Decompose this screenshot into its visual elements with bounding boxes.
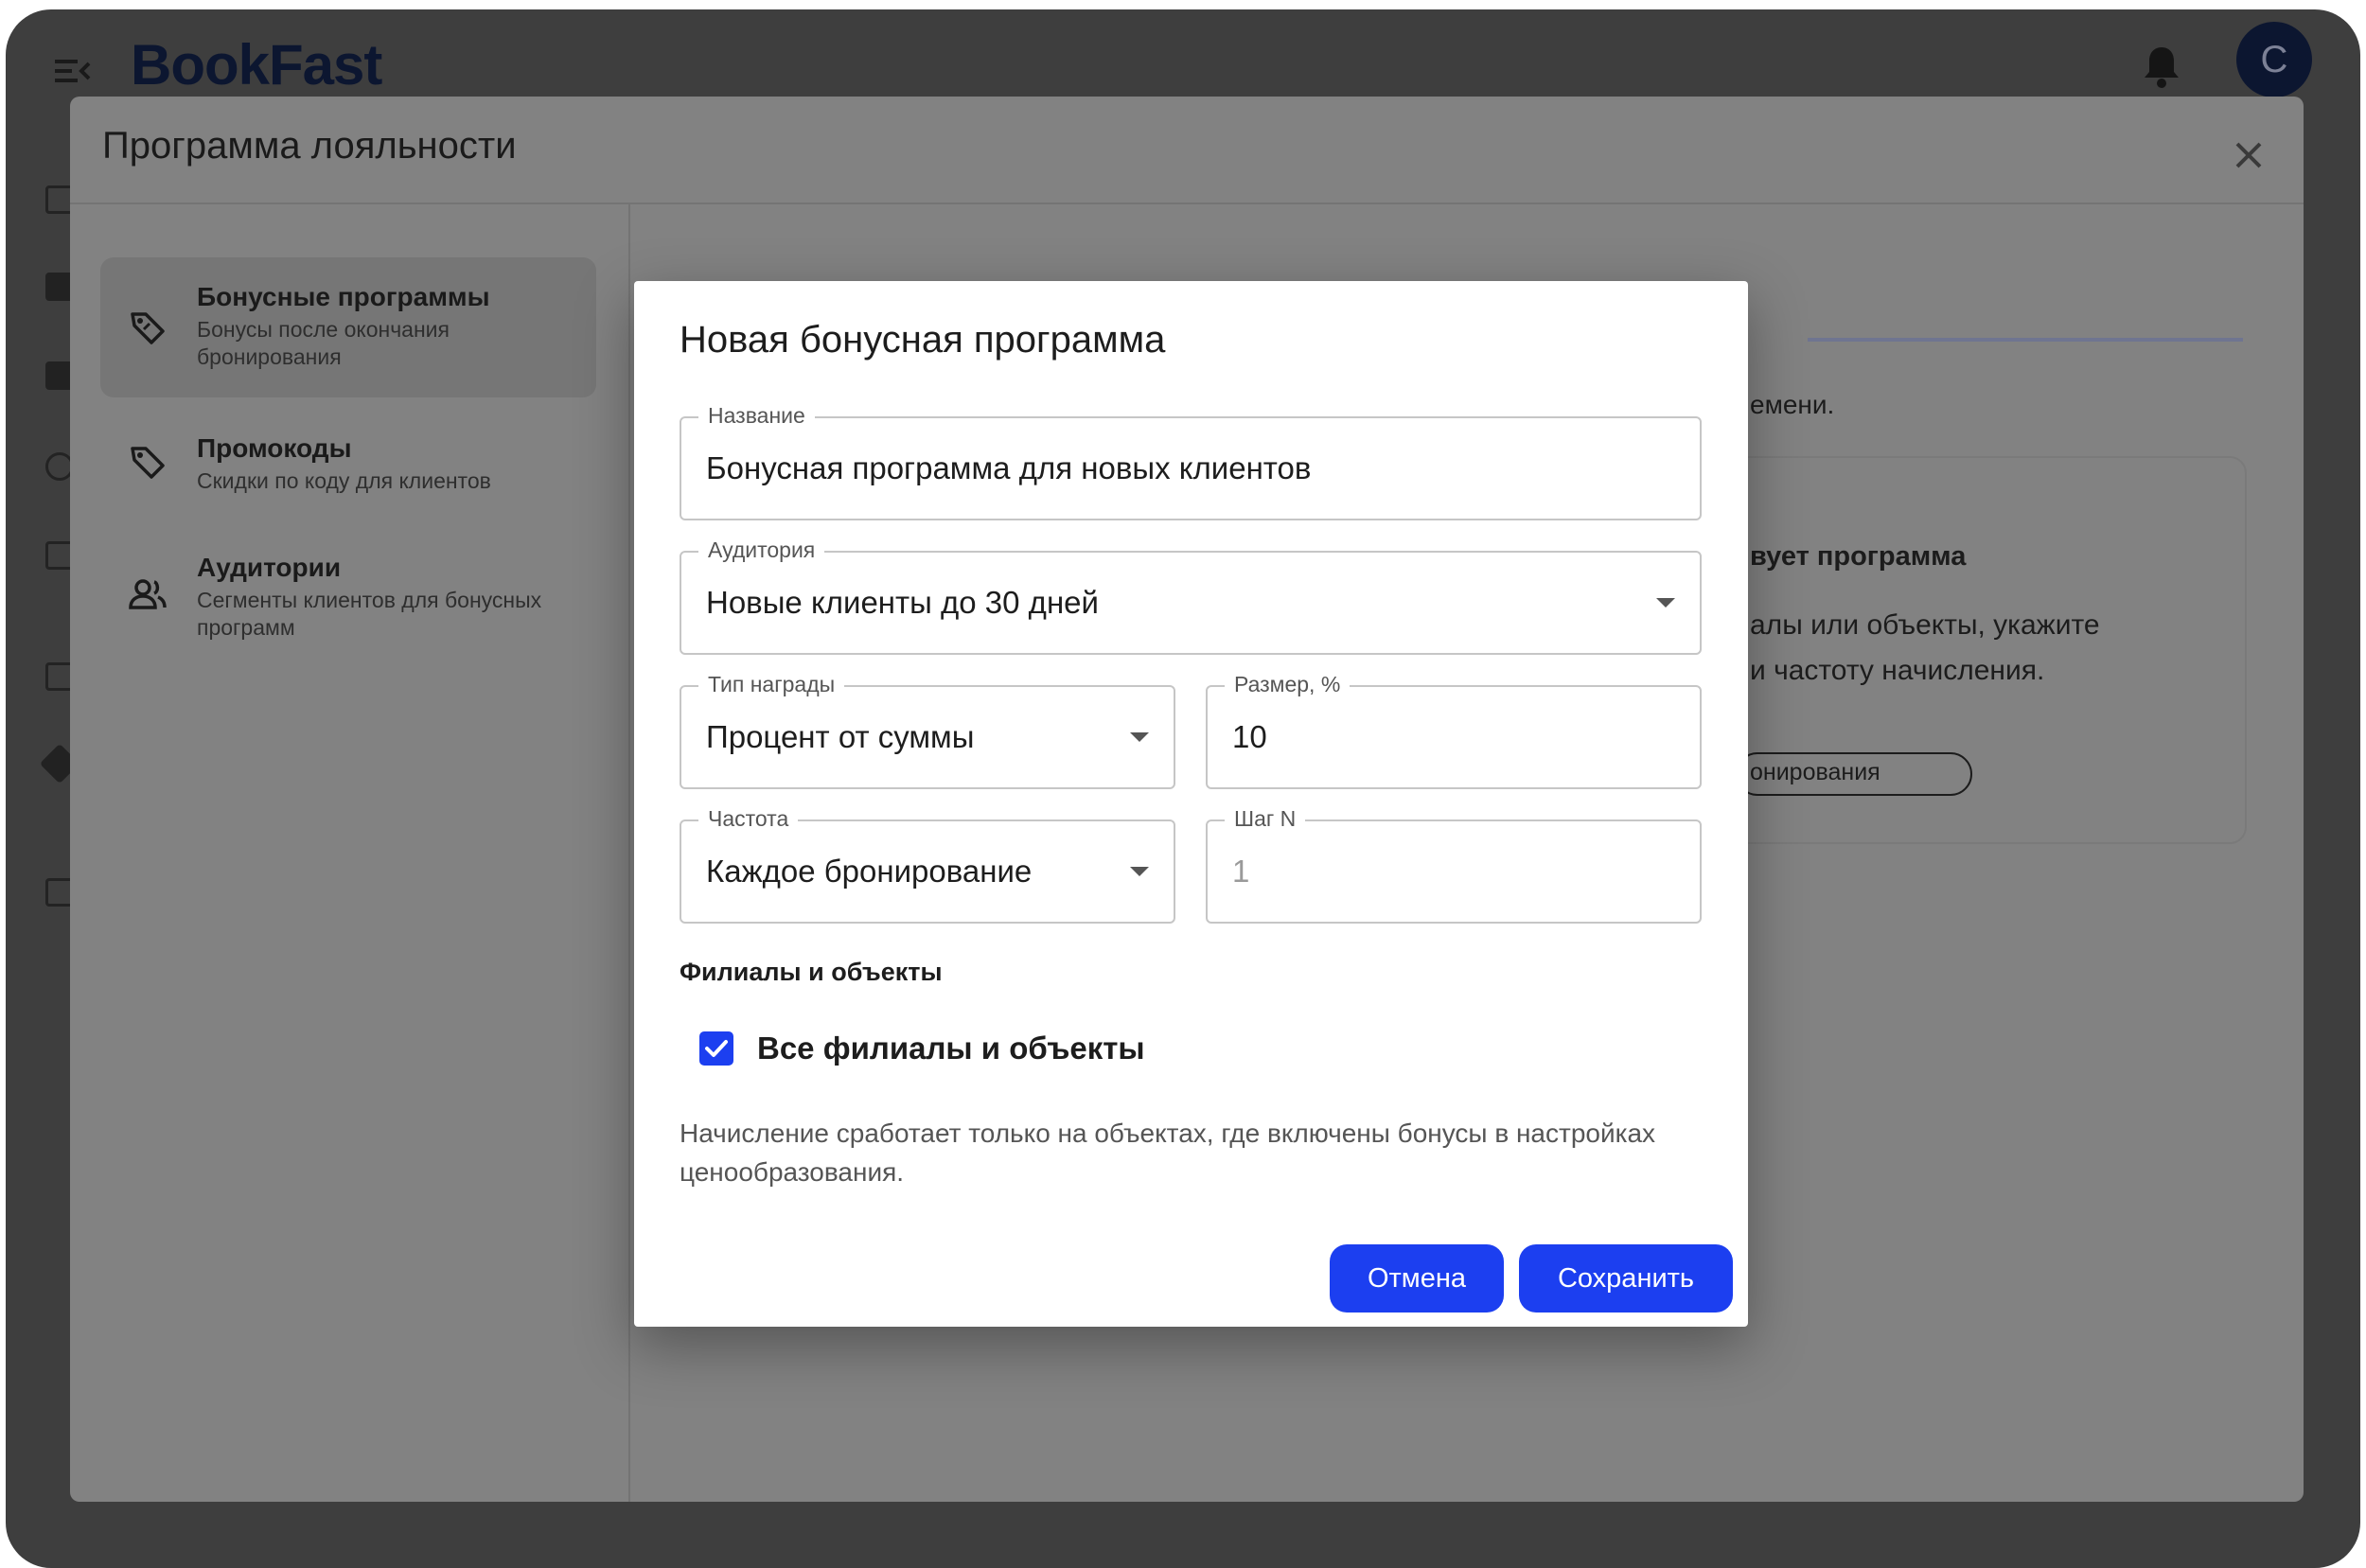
user-avatar[interactable]: C [2236, 22, 2312, 97]
chevron-down-icon[interactable] [1656, 598, 1675, 608]
tab-indicator [1808, 338, 2243, 342]
bg-card-line2: алы или объекты, укажите [1750, 609, 2100, 641]
tag-icon [131, 312, 165, 344]
bg-text-line1: емени. [1750, 390, 1835, 419]
loyalty-title: Программа лояльности [102, 125, 517, 167]
all-branches-checkbox[interactable] [699, 1031, 733, 1066]
audience-select-value: Новые клиенты до 30 дней [706, 585, 1099, 620]
bg-chip-label: онирования [1750, 759, 1880, 785]
tag-outline-icon [131, 447, 165, 479]
step-n-value: 1 [1232, 854, 1250, 889]
sidebar-item-title: Аудитории [197, 553, 342, 582]
frequency-select-value: Каждое бронирование [706, 854, 1033, 889]
menu-collapse-icon[interactable] [53, 52, 91, 90]
reward-type-select-value: Процент от суммы [706, 719, 975, 754]
save-button[interactable]: Сохранить [1519, 1244, 1733, 1313]
size-percent-value: 10 [1232, 719, 1267, 754]
audience-select[interactable]: Аудитория Новые клиенты до 30 дней [680, 537, 1702, 655]
sidebar-item-promocodes[interactable]: Промокоды Скидки по коду для клиентов [100, 414, 596, 509]
sidebar-item-subtitle: Бонусы после окончания бронирования [197, 317, 450, 369]
cancel-button[interactable]: Отмена [1330, 1244, 1504, 1313]
checkmark-icon [705, 1040, 728, 1057]
sidebar-item-title: Бонусные программы [197, 282, 490, 311]
notifications-bell-icon[interactable] [2141, 44, 2182, 91]
close-icon[interactable] [2230, 136, 2268, 174]
name-field[interactable]: Название Бонусная программа для новых кл… [680, 402, 1702, 520]
chevron-down-icon[interactable] [1130, 867, 1149, 876]
sidebar-item-subtitle: Скидки по коду для клиентов [197, 468, 491, 493]
frequency-select[interactable]: Частота Каждое бронирование [680, 805, 1175, 924]
size-percent-input[interactable]: Размер, % 10 [1206, 671, 1702, 789]
all-branches-label[interactable]: Все филиалы и объекты [757, 1031, 1145, 1066]
sidebar-item-audiences[interactable]: Аудитории Сегменты клиентов для бонусных… [100, 534, 596, 647]
branches-section-title: Филиалы и объекты [680, 958, 943, 986]
loyalty-header: Программа лояльности [70, 97, 2304, 204]
app-logo: BookFast [131, 33, 382, 97]
hint-text: Начисление сработает только на объектах,… [680, 1119, 1656, 1187]
sidebar-item-subtitle: Сегменты клиентов для бонусных программ [197, 588, 542, 640]
app-window: BookFast C Программа лояльности Бонусные… [6, 9, 2360, 1568]
sidebar-item-title: Промокоды [197, 433, 352, 463]
chevron-down-icon[interactable] [1130, 732, 1149, 742]
step-n-input: Шаг N 1 [1206, 805, 1702, 924]
new-bonus-program-modal: Новая бонусная программа Название Бонусн… [634, 281, 1748, 1327]
sidebar-item-bonus-programs[interactable]: Бонусные программы Бонусы после окончани… [100, 257, 596, 397]
name-field-value: Бонусная программа для новых клиентов [706, 450, 1312, 485]
users-icon [129, 579, 167, 609]
bg-card-heading: вует программа [1750, 541, 1967, 572]
sidebar-divider [628, 204, 630, 1502]
modal-title: Новая бонусная программа [680, 319, 1166, 361]
bg-card-line3: и частоту начисления. [1750, 655, 2045, 686]
reward-type-select[interactable]: Тип награды Процент от суммы [680, 671, 1175, 789]
